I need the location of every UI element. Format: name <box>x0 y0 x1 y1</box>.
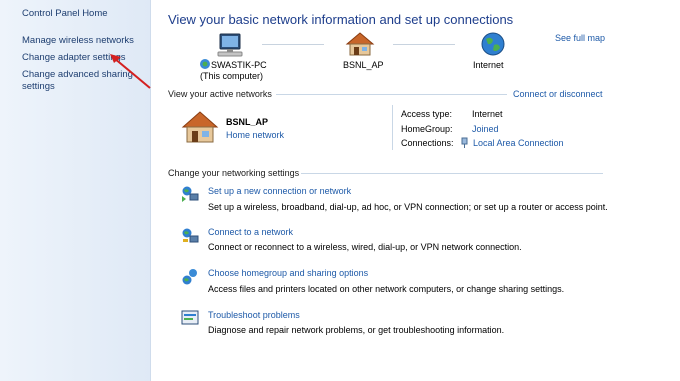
setup-connection-link[interactable]: Set up a new connection or network <box>208 186 351 196</box>
homegroup-label: HomeGroup: <box>401 124 453 134</box>
globe-icon <box>481 32 505 56</box>
annotation-arrow <box>110 54 151 89</box>
access-type-label: Access type: <box>401 109 453 119</box>
troubleshoot-link[interactable]: Troubleshoot problems <box>208 310 300 320</box>
map-network-name: BSNL_AP <box>343 60 384 70</box>
see-full-map-link[interactable]: See full map <box>555 33 605 43</box>
map-line-1 <box>262 44 324 45</box>
computer-icon <box>217 33 243 57</box>
troubleshoot-desc: Diagnose and repair network problems, or… <box>208 325 505 335</box>
internet-label: Internet <box>473 60 504 70</box>
house-icon <box>345 32 375 56</box>
connections-label: Connections: <box>401 138 454 148</box>
homegroup-sharing-link[interactable]: Choose homegroup and sharing options <box>208 268 368 278</box>
sidebar-item-advanced-sharing-cont[interactable]: settings <box>22 81 55 93</box>
computer-sub: (This computer) <box>200 71 264 81</box>
computer-name: SWASTIK-PC <box>211 60 267 70</box>
active-networks-heading: View your active networks <box>168 89 272 99</box>
homegroup-icon <box>182 269 197 285</box>
setup-connection-desc: Set up a wireless, broadband, dial-up, a… <box>208 202 608 212</box>
homegroup-sharing-desc: Access files and printers located on oth… <box>208 284 565 294</box>
settings-heading: Change your networking settings <box>168 168 300 178</box>
active-divider <box>276 94 507 95</box>
connect-network-desc: Connect or reconnect to a wireless, wire… <box>208 242 522 252</box>
new-connection-icon <box>182 186 199 202</box>
active-network-name: BSNL_AP <box>226 117 269 127</box>
connect-network-link[interactable]: Connect to a network <box>208 227 293 237</box>
home-network-link[interactable]: Home network <box>226 130 284 140</box>
homegroup-link[interactable]: Joined <box>472 124 499 134</box>
home-network-icon <box>181 111 219 143</box>
page-title: View your basic network information and … <box>168 12 514 27</box>
settings-divider <box>301 173 603 174</box>
connect-network-icon <box>182 228 199 243</box>
local-area-connection-link[interactable]: Local Area Connection <box>473 138 564 148</box>
ethernet-icon <box>461 137 468 148</box>
sidebar-item-manage-wireless[interactable]: Manage wireless networks <box>22 35 134 47</box>
control-panel-home-link[interactable]: Control Panel Home <box>22 8 108 20</box>
connect-disconnect-link[interactable]: Connect or disconnect <box>513 89 603 99</box>
vertical-divider <box>392 105 393 150</box>
network-status-icon <box>200 59 210 69</box>
access-type-value: Internet <box>472 109 503 119</box>
map-line-2 <box>393 44 455 45</box>
troubleshoot-icon <box>181 310 199 325</box>
